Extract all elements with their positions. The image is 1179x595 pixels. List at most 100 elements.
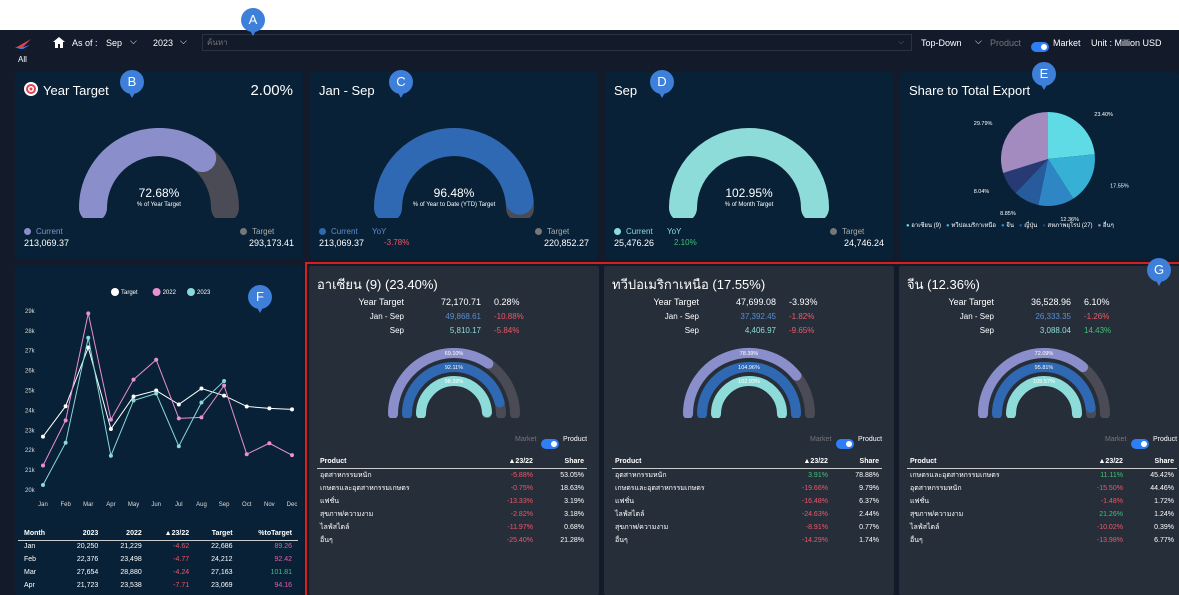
table-row: Apr 21,723 23,538 -7.71 23,069 94.16 — [18, 579, 298, 592]
year-target-value: 36,528.96 — [1030, 297, 1071, 307]
current-label: Current — [331, 227, 358, 236]
card-title: Sep — [614, 83, 638, 98]
market-product-toggle[interactable] — [1131, 438, 1149, 449]
table-cell: 1.24% — [1154, 510, 1174, 518]
data-point — [290, 453, 294, 458]
ytd-pct: -10.88% — [494, 312, 524, 321]
search-input[interactable] — [202, 34, 912, 51]
table-cell: -19.66% — [801, 484, 828, 492]
gauge-label: % of Year to Date (YTD) Target — [412, 202, 496, 208]
region-ring-gauge: 72.09% 95.81% 105.57% — [978, 348, 1110, 418]
year-select[interactable]: 2023 — [153, 38, 173, 48]
chevron-down-icon[interactable]: ⌵ — [130, 36, 137, 47]
table-row: ไลฟ์สไตล์ -24.63% 2.44% — [612, 508, 882, 521]
data-point — [41, 434, 45, 439]
table-cell: 3.18% — [564, 510, 584, 518]
region-title: อาเซียน (9) (23.40%) — [317, 277, 438, 292]
chevron-down-icon[interactable]: ⌵ — [975, 36, 982, 47]
ytd-card: Jan - Sep 96.48% % of Year to Date (YTD)… — [310, 72, 598, 259]
table-cell: อุตสาหกรรมหนัก — [320, 471, 372, 479]
table-cell: 101.81 — [270, 569, 292, 576]
callout-e: E — [1032, 62, 1056, 90]
table-cell: 2.44% — [859, 510, 879, 518]
column-header: Product — [612, 456, 776, 469]
product-table: Product ▲23/22 Share อุตสาหกรรมหนัก 3.91% 78.… — [612, 456, 882, 547]
table-cell: -7.71 — [173, 582, 190, 589]
data-point — [199, 400, 204, 405]
x-tick-label: Mar — [83, 502, 93, 508]
pie-slice — [1048, 112, 1095, 159]
table-cell: -25.40% — [506, 536, 533, 544]
table-row: สุขภาพ/ความงาม -2.82% 3.18% — [317, 508, 587, 521]
market-product-toggle[interactable] — [836, 438, 854, 449]
product-toggle-label: Product — [563, 436, 588, 443]
legend-dot — [152, 288, 161, 296]
home-icon[interactable] — [53, 37, 65, 48]
table-row: อื่นๆ -25.40% 21.28% — [317, 534, 587, 547]
year-target-label: Year Target — [948, 297, 994, 307]
month-value: 4,406.97 — [744, 326, 776, 335]
month-value: 3,088.04 — [1039, 326, 1071, 335]
target-dot — [830, 228, 837, 235]
series-line — [42, 337, 225, 486]
data-point — [41, 463, 45, 468]
table-cell: -15.50% — [1096, 484, 1123, 492]
mode-select[interactable]: Top-Down — [921, 38, 962, 48]
region-title: ทวีปอเมริกาเหนือ (17.55%) — [612, 277, 766, 292]
table-cell: Jan — [24, 543, 36, 551]
table-row: เกษตรและอุตสาหกรรมเกษตร 11.11% 45.42% — [907, 468, 1177, 482]
table-cell: 0.77% — [859, 523, 879, 531]
current-label: Current — [36, 227, 63, 236]
product-market-toggle[interactable] — [1031, 41, 1049, 52]
pie-label: 8.04% — [974, 189, 990, 195]
table-cell: 24,212 — [211, 556, 233, 563]
target-label: Target — [842, 227, 865, 236]
column-header: 2023 — [60, 527, 105, 541]
market-product-toggle[interactable] — [541, 438, 559, 449]
table-cell: เกษตรและอุตสาหกรรมเกษตร — [910, 471, 1000, 479]
table-cell: อื่นๆ — [320, 536, 333, 544]
column-header: ▲23/22 — [775, 456, 831, 469]
logo-icon — [15, 39, 31, 49]
table-cell: 23,069 — [211, 582, 233, 589]
month-pct: -5.84% — [494, 326, 520, 335]
table-cell: เกษตรและอุตสาหกรรมเกษตร — [320, 484, 410, 492]
month-card: Sep 102.95% % of Month Target Current Yo… — [605, 72, 893, 259]
chevron-down-icon[interactable]: ⌵ — [180, 36, 187, 47]
ring-fill — [416, 376, 492, 418]
x-tick-label: Feb — [60, 502, 71, 508]
column-header: Target — [195, 527, 239, 541]
all-filter[interactable]: All — [18, 55, 27, 64]
legend-item: ● อาเซียน (9) — [906, 223, 942, 229]
table-cell: ไลฟ์สไตล์ — [615, 510, 645, 518]
data-point — [131, 398, 136, 403]
market-toggle-label: Market — [515, 436, 537, 443]
table-cell: 28,880 — [120, 569, 142, 576]
table-cell: 89.26 — [274, 543, 292, 551]
callout-c: C — [389, 70, 413, 98]
legend-item: ● อื่นๆ — [1097, 223, 1114, 229]
x-tick-label: Jul — [175, 502, 183, 508]
table-row: อื่นๆ -13.98% 6.77% — [907, 534, 1177, 547]
current-value: 213,069.37 — [24, 238, 70, 248]
table-cell: -13.98% — [1096, 536, 1123, 544]
pie-label: 17.55% — [1110, 184, 1129, 190]
data-point — [267, 406, 272, 411]
data-point — [290, 407, 294, 412]
table-cell: 3.91% — [808, 471, 828, 479]
product-toggle-label: Product — [1153, 436, 1178, 443]
callout-f: F — [248, 285, 272, 313]
y-tick-label: 24k — [25, 408, 36, 414]
legend-item: ● ญี่ปุ่น — [1018, 223, 1038, 229]
data-point — [86, 311, 91, 316]
y-tick-label: 26k — [25, 369, 36, 375]
data-point — [131, 377, 136, 382]
column-header: Share — [1125, 456, 1177, 469]
column-header: Share — [830, 456, 882, 469]
table-cell: สุขภาพ/ความงาม — [320, 510, 374, 518]
ytd-value: 37,392.45 — [740, 312, 776, 321]
table-cell: อื่นๆ — [615, 536, 628, 544]
month-select[interactable]: Sep — [106, 38, 122, 48]
ring-label: 92.11% — [445, 365, 463, 371]
gauge-label: % of Month Target — [724, 202, 774, 208]
